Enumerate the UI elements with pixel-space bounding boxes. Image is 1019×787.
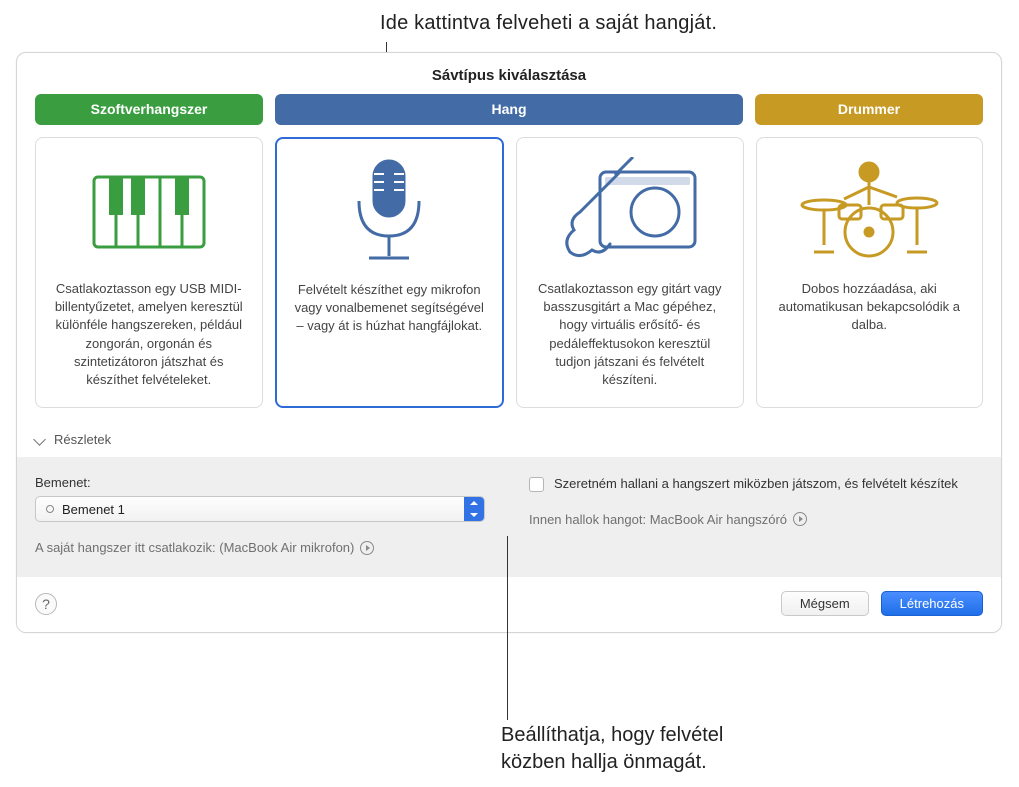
- card-software-description: Csatlakoztasson egy USB MIDI-billentyűze…: [48, 280, 250, 389]
- input-label: Bemenet:: [35, 475, 489, 490]
- tab-software-instrument[interactable]: Szoftverhangszer: [35, 94, 263, 125]
- monitor-checkbox[interactable]: [529, 477, 544, 492]
- monitor-checkbox-row[interactable]: Szeretném hallani a hangszert miközben j…: [529, 475, 983, 494]
- tab-audio[interactable]: Hang: [275, 94, 743, 125]
- details-panel: Bemenet: Bemenet 1 A saját hangszer itt …: [17, 457, 1001, 577]
- monitor-checkbox-label: Szeretném hallani a hangszert miközben j…: [554, 475, 958, 494]
- card-microphone-description: Felvételt készíthet egy mikrofon vagy vo…: [289, 281, 491, 336]
- card-guitar-description: Csatlakoztasson egy gitárt vagy basszusg…: [529, 280, 731, 389]
- callout-top-text: Ide kattintva felveheti a saját hangját.: [380, 12, 717, 35]
- callout-bottom-line: [507, 536, 508, 720]
- details-label: Részletek: [54, 432, 111, 447]
- drummer-icon: [769, 152, 971, 272]
- tab-bar: Szoftverhangszer Hang Drummer: [17, 94, 1001, 125]
- card-row: Csatlakoztasson egy USB MIDI-billentyűze…: [17, 137, 1001, 420]
- arrow-circle-icon: [793, 512, 807, 526]
- dialog-title: Sávtípus kiválasztása: [17, 53, 1001, 94]
- callout-bottom-text: Beállíthatja, hogy felvétel közben hallj…: [501, 722, 723, 776]
- input-select-value: Bemenet 1: [62, 502, 125, 517]
- card-software-instrument[interactable]: Csatlakoztasson egy USB MIDI-billentyűze…: [35, 137, 263, 408]
- track-type-dialog: Sávtípus kiválasztása Szoftverhangszer H…: [16, 52, 1002, 633]
- tab-drummer[interactable]: Drummer: [755, 94, 983, 125]
- card-drummer-description: Dobos hozzáadása, aki automatikusan beka…: [769, 280, 971, 335]
- guitar-amp-icon: [529, 152, 731, 272]
- chevron-down-icon: [33, 433, 46, 446]
- cancel-button[interactable]: Mégsem: [781, 591, 869, 616]
- input-select[interactable]: Bemenet 1: [35, 496, 485, 522]
- arrow-circle-icon: [360, 541, 374, 555]
- card-microphone[interactable]: Felvételt készíthet egy mikrofon vagy vo…: [275, 137, 505, 408]
- input-indicator-icon: [46, 505, 54, 513]
- keyboard-icon: [48, 152, 250, 272]
- input-device-hint[interactable]: A saját hangszer itt csatlakozik: (MacBo…: [35, 540, 489, 555]
- microphone-icon: [289, 153, 491, 273]
- card-guitar[interactable]: Csatlakoztasson egy gitárt vagy basszusg…: [516, 137, 744, 408]
- dialog-footer: ? Mégsem Létrehozás: [17, 577, 1001, 632]
- card-drummer[interactable]: Dobos hozzáadása, aki automatikusan beka…: [756, 137, 984, 408]
- details-toggle[interactable]: Részletek: [17, 420, 1001, 457]
- help-button[interactable]: ?: [35, 593, 57, 615]
- create-button[interactable]: Létrehozás: [881, 591, 983, 616]
- select-stepper-icon: [464, 497, 484, 521]
- output-device-hint[interactable]: Innen hallok hangot: MacBook Air hangszó…: [529, 512, 983, 527]
